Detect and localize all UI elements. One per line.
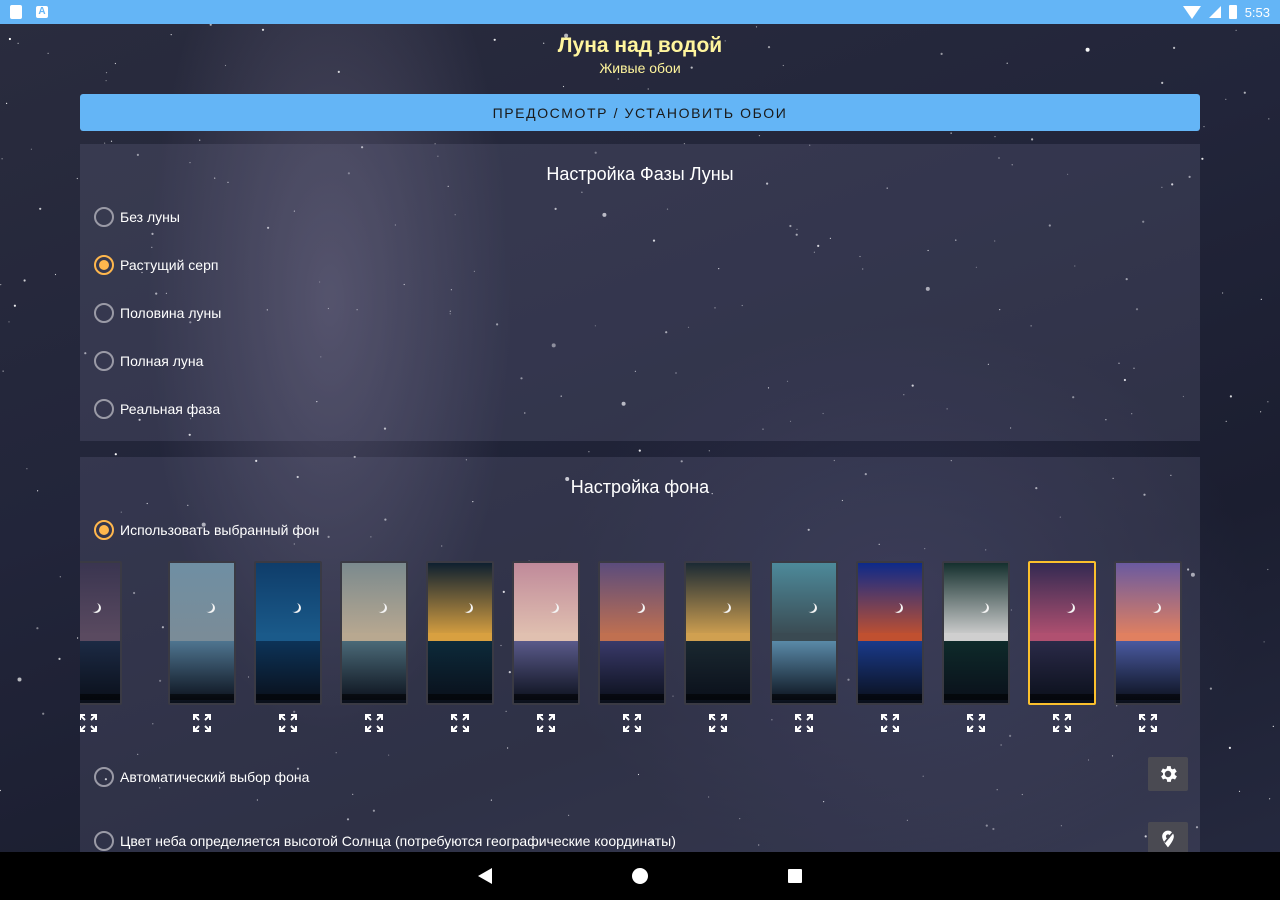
radio-label: Половина луны — [120, 305, 222, 321]
radio-label: Без луны — [120, 209, 180, 225]
notification-a-icon: A — [36, 6, 48, 18]
radio-moon-phase-option[interactable]: Половина луны — [94, 302, 221, 324]
background-thumbnail[interactable] — [1028, 561, 1096, 705]
radio-label: Растущий серп — [120, 257, 219, 273]
background-thumbnail[interactable] — [80, 561, 122, 705]
status-bar: A 5:53 — [0, 0, 1280, 24]
status-time: 5:53 — [1244, 4, 1270, 20]
radio-auto-background[interactable]: Автоматический выбор фона — [94, 766, 309, 788]
radio-sun-height-background[interactable]: Цвет неба определяется высотой Солнца (п… — [94, 830, 676, 852]
sd-card-icon — [10, 5, 22, 19]
fullscreen-icon[interactable] — [966, 713, 986, 733]
background-thumbnail[interactable] — [340, 561, 408, 705]
radio-use-selected-background[interactable]: Использовать выбранный фон — [94, 519, 319, 541]
fullscreen-icon[interactable] — [364, 713, 384, 733]
background-thumbnail[interactable] — [254, 561, 322, 705]
location-button[interactable] — [1148, 822, 1188, 856]
fullscreen-icon[interactable] — [794, 713, 814, 733]
radio-button[interactable] — [94, 351, 114, 371]
background-thumbnail[interactable] — [856, 561, 924, 705]
recent-apps-icon[interactable] — [788, 869, 802, 883]
wifi-icon — [1182, 5, 1201, 19]
radio-button[interactable] — [94, 831, 114, 851]
radio-button[interactable] — [94, 207, 114, 227]
app-title: Луна над водой — [557, 34, 723, 57]
radio-button[interactable] — [94, 767, 114, 787]
radio-button[interactable] — [94, 303, 114, 323]
location-icon — [1162, 830, 1174, 848]
preview-set-wallpaper-button[interactable]: ПРЕДОСМОТР / УСТАНОВИТЬ ОБОИ — [80, 94, 1200, 131]
fullscreen-icon[interactable] — [708, 713, 728, 733]
background-panel: Настройка фона Использовать выбранный фо… — [80, 457, 1200, 857]
background-thumbnail[interactable] — [512, 561, 580, 705]
background-thumbnails — [80, 561, 1200, 741]
radio-label: Полная луна — [120, 353, 204, 369]
background-title: Настройка фона — [570, 477, 710, 497]
radio-moon-phase-option[interactable]: Реальная фаза — [94, 398, 220, 420]
radio-moon-phase-option[interactable]: Полная луна — [94, 350, 203, 372]
background-thumbnail[interactable] — [1114, 561, 1182, 705]
radio-button[interactable] — [94, 255, 114, 275]
radio-moon-phase-option[interactable]: Растущий серп — [94, 254, 218, 276]
app-header: Луна над водой Живые обои — [0, 34, 1280, 76]
system-navigation-bar — [0, 852, 1280, 900]
radio-moon-phase-option[interactable]: Без луны — [94, 206, 180, 228]
fullscreen-icon[interactable] — [450, 713, 470, 733]
radio-label: Автоматический выбор фона — [120, 769, 310, 785]
background-thumbnail[interactable] — [598, 561, 666, 705]
fullscreen-icon[interactable] — [278, 713, 298, 733]
fullscreen-icon[interactable] — [536, 713, 556, 733]
fullscreen-icon[interactable] — [192, 713, 212, 733]
background-thumbnail[interactable] — [770, 561, 838, 705]
fullscreen-icon[interactable] — [622, 713, 642, 733]
back-icon[interactable] — [478, 868, 492, 884]
moon-phase-panel: Настройка Фазы Луны Без луны Растущий сер… — [80, 144, 1200, 441]
background-thumbnail[interactable] — [684, 561, 752, 705]
radio-button[interactable] — [94, 399, 114, 419]
auto-settings-button[interactable] — [1148, 757, 1188, 791]
radio-label: Использовать выбранный фон — [120, 522, 320, 538]
fullscreen-icon[interactable] — [1052, 713, 1072, 733]
gear-icon — [1161, 766, 1177, 782]
fullscreen-icon[interactable] — [1138, 713, 1158, 733]
background-thumbnail[interactable] — [426, 561, 494, 705]
moon-phase-title: Настройка Фазы Луны — [546, 164, 734, 184]
background-thumbnail[interactable] — [168, 561, 236, 705]
radio-button[interactable] — [94, 520, 114, 540]
radio-label: Реальная фаза — [120, 401, 221, 417]
signal-icon — [1208, 6, 1221, 18]
app-subtitle: Живые обои — [599, 60, 681, 76]
radio-label: Цвет неба определяется высотой Солнца (п… — [120, 833, 676, 849]
background-thumbnail[interactable] — [942, 561, 1010, 705]
battery-icon — [1228, 5, 1237, 19]
fullscreen-icon[interactable] — [880, 713, 900, 733]
home-icon[interactable] — [632, 868, 648, 884]
fullscreen-icon[interactable] — [80, 713, 98, 733]
